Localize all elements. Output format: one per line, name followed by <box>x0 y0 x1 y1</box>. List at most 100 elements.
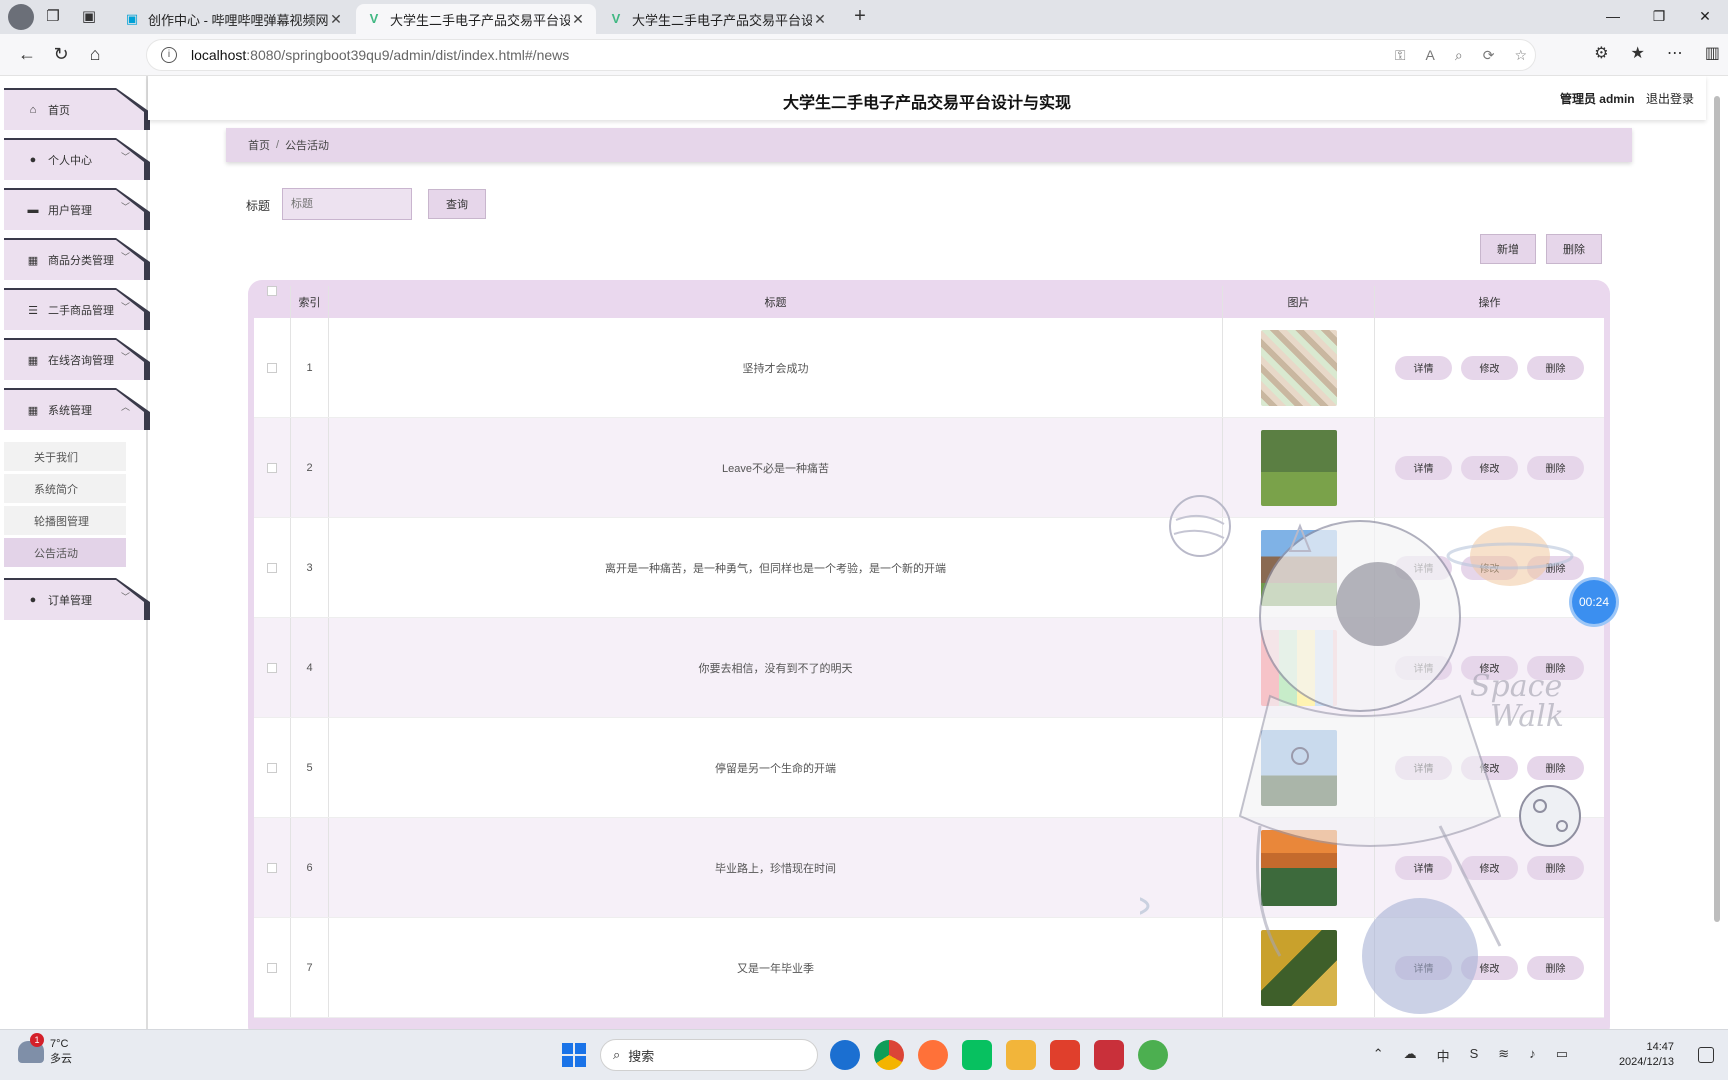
sync-icon[interactable]: ⟳ <box>1483 47 1495 64</box>
chevron-up-icon[interactable]: ⌃ <box>1373 1046 1384 1065</box>
wps-icon[interactable] <box>1050 1040 1080 1070</box>
scrollbar-thumb[interactable] <box>1714 96 1720 922</box>
edit-button[interactable]: 修改 <box>1461 855 1518 880</box>
file-explorer-icon[interactable] <box>1006 1040 1036 1070</box>
row-thumbnail[interactable] <box>1260 729 1337 806</box>
translate-icon[interactable]: A <box>1426 47 1435 64</box>
ime-icon[interactable]: 中 <box>1437 1046 1450 1065</box>
edit-button[interactable]: 修改 <box>1461 755 1518 780</box>
sidebar-item-7[interactable]: ● 订单管理 ﹀ <box>4 580 144 620</box>
sidebar-item-3[interactable]: ▦ 商品分类管理 ﹀ <box>4 240 144 280</box>
weather-widget[interactable]: 1 7°C 多云 <box>18 1033 72 1066</box>
row-checkbox[interactable] <box>267 562 277 573</box>
title-search-input[interactable] <box>282 188 412 220</box>
wechat-icon[interactable] <box>962 1040 992 1070</box>
row-checkbox[interactable] <box>267 462 277 473</box>
row-thumbnail[interactable] <box>1260 329 1337 406</box>
favorite-star-icon[interactable]: ☆ <box>1514 47 1527 64</box>
delete-button[interactable]: 删除 <box>1527 555 1584 580</box>
close-window-icon[interactable]: ✕ <box>1682 0 1728 32</box>
logout-link[interactable]: 退出登录 <box>1646 92 1694 106</box>
close-tab-icon[interactable]: ✕ <box>328 11 344 28</box>
minimize-icon[interactable]: — <box>1590 0 1636 32</box>
delete-button[interactable]: 删除 <box>1527 855 1584 880</box>
submenu-item-0[interactable]: 关于我们 <box>4 442 126 472</box>
cloud-sync-icon[interactable]: ☁ <box>1404 1046 1417 1065</box>
add-button[interactable]: 新增 <box>1480 234 1536 264</box>
query-button[interactable]: 查询 <box>428 189 486 219</box>
sidebar-item-2[interactable]: ▬ 用户管理 ﹀ <box>4 190 144 230</box>
detail-button[interactable]: 详情 <box>1395 955 1452 980</box>
workspaces-icon[interactable]: ❐ <box>42 6 64 28</box>
new-tab-button[interactable]: + <box>846 3 874 31</box>
browser-tab-2[interactable]: V 大学生二手电子产品交易平台设计 ✕ <box>356 4 596 34</box>
firefox-icon[interactable] <box>918 1040 948 1070</box>
windows-start-icon[interactable] <box>562 1043 586 1067</box>
extensions-icon[interactable]: ⚙ <box>1594 43 1608 63</box>
detail-button[interactable]: 详情 <box>1395 355 1452 380</box>
key-icon[interactable]: ⚿ <box>1395 47 1406 64</box>
sidebar-item-1[interactable]: ● 个人中心 ﹀ <box>4 140 144 180</box>
battery-icon[interactable]: ▭ <box>1556 1046 1568 1065</box>
wifi-icon[interactable]: ≋ <box>1498 1046 1509 1065</box>
delete-button[interactable]: 删除 <box>1527 455 1584 480</box>
row-checkbox[interactable] <box>267 662 277 673</box>
row-checkbox[interactable] <box>267 762 277 773</box>
profile-avatar[interactable] <box>8 4 34 30</box>
detail-button[interactable]: 详情 <box>1395 755 1452 780</box>
home-icon[interactable]: ⌂ <box>78 44 112 65</box>
close-tab-icon[interactable]: ✕ <box>812 11 828 28</box>
app-tray-icon[interactable]: S <box>1470 1046 1479 1065</box>
breadcrumb-home[interactable]: 首页 <box>248 137 270 153</box>
edit-button[interactable]: 修改 <box>1461 355 1518 380</box>
sidebar-item-0[interactable]: ⌂ 首页 <box>4 90 144 130</box>
row-checkbox[interactable] <box>267 962 277 973</box>
edge-icon[interactable] <box>830 1040 860 1070</box>
browser-tab-3[interactable]: V 大学生二手电子产品交易平台设计 ✕ <box>598 4 838 34</box>
row-thumbnail[interactable] <box>1260 829 1337 906</box>
detail-button[interactable]: 详情 <box>1395 555 1452 580</box>
delete-button[interactable]: 删除 <box>1527 355 1584 380</box>
taskbar-clock[interactable]: 14:47 2024/12/13 <box>1619 1040 1674 1070</box>
row-thumbnail[interactable] <box>1260 629 1337 706</box>
volume-icon[interactable]: ♪ <box>1529 1046 1536 1065</box>
row-checkbox[interactable] <box>267 362 277 373</box>
detail-button[interactable]: 详情 <box>1395 655 1452 680</box>
edit-button[interactable]: 修改 <box>1461 655 1518 680</box>
site-info-icon[interactable]: i <box>161 47 177 63</box>
intellij-icon[interactable] <box>1094 1040 1124 1070</box>
taskbar-search[interactable]: ⌕ 搜索 <box>600 1039 818 1071</box>
tab-actions-icon[interactable]: ▣ <box>78 6 100 28</box>
url-field[interactable]: i localhost :8080/springboot39qu9/admin/… <box>146 39 1536 71</box>
sidebar-item-5[interactable]: ▦ 在线咨询管理 ﹀ <box>4 340 144 380</box>
recording-timer[interactable]: 00:24 <box>1572 580 1616 624</box>
edit-button[interactable]: 修改 <box>1461 455 1518 480</box>
delete-button[interactable]: 删除 <box>1527 955 1584 980</box>
edit-button[interactable]: 修改 <box>1461 955 1518 980</box>
submenu-item-1[interactable]: 系统简介 <box>4 474 126 504</box>
row-thumbnail[interactable] <box>1260 929 1337 1006</box>
sidebar-item-4[interactable]: ☰ 二手商品管理 ﹀ <box>4 290 144 330</box>
delete-button[interactable]: 删除 <box>1527 655 1584 680</box>
browser-tab-1[interactable]: ▣ 创作中心 - 哔哩哔哩弹幕视频网 ✕ <box>114 4 354 34</box>
page-scrollbar[interactable] <box>1712 76 1722 1029</box>
back-icon[interactable]: ← <box>10 44 44 65</box>
more-icon[interactable]: ⋯ <box>1667 43 1683 63</box>
restore-icon[interactable]: ❐ <box>1636 0 1682 32</box>
refresh-icon[interactable]: ↻ <box>44 44 78 65</box>
sidebar-toggle-icon[interactable]: ▥ <box>1705 43 1720 63</box>
delete-button[interactable]: 删除 <box>1527 755 1584 780</box>
close-tab-icon[interactable]: ✕ <box>570 11 586 28</box>
favorites-icon[interactable]: ★ <box>1631 43 1645 63</box>
detail-button[interactable]: 详情 <box>1395 455 1452 480</box>
detail-button[interactable]: 详情 <box>1395 855 1452 880</box>
zoom-icon[interactable]: ⌕ <box>1455 47 1463 64</box>
edit-button[interactable]: 修改 <box>1461 555 1518 580</box>
row-thumbnail[interactable] <box>1260 529 1337 606</box>
chrome-icon[interactable] <box>874 1040 904 1070</box>
select-all-checkbox[interactable] <box>267 286 277 296</box>
notification-center-icon[interactable] <box>1698 1047 1714 1063</box>
row-checkbox[interactable] <box>267 862 277 873</box>
submenu-item-3[interactable]: 公告活动 <box>4 538 126 568</box>
app-icon[interactable] <box>1138 1040 1168 1070</box>
